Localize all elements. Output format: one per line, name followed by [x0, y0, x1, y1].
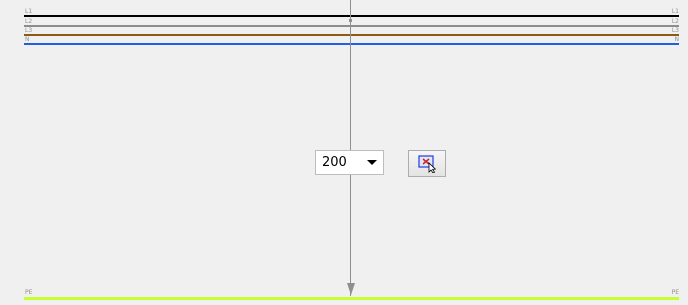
- bus-line-n[interactable]: [24, 43, 679, 45]
- arrow-down-icon: [347, 283, 355, 295]
- chevron-down-icon[interactable]: [367, 160, 377, 165]
- vertical-connector-line[interactable]: [350, 0, 351, 296]
- length-select-value: 200: [322, 155, 347, 170]
- bus-line-l3[interactable]: [24, 34, 679, 36]
- bus-line-l1[interactable]: [24, 15, 679, 17]
- length-select[interactable]: 200: [315, 150, 384, 175]
- bus-label-pe-left: PE: [25, 289, 33, 296]
- select-region-cursor-icon: [418, 155, 437, 173]
- bus-line-pe[interactable]: [24, 297, 679, 300]
- junction-dot: [349, 19, 352, 22]
- circuit-canvas: L1 L1 L2 L2 L3 L3 N N PE PE 200: [0, 0, 688, 305]
- bus-line-l2[interactable]: [24, 25, 679, 27]
- select-region-button[interactable]: [408, 150, 446, 177]
- bus-label-pe-right: PE: [671, 289, 679, 296]
